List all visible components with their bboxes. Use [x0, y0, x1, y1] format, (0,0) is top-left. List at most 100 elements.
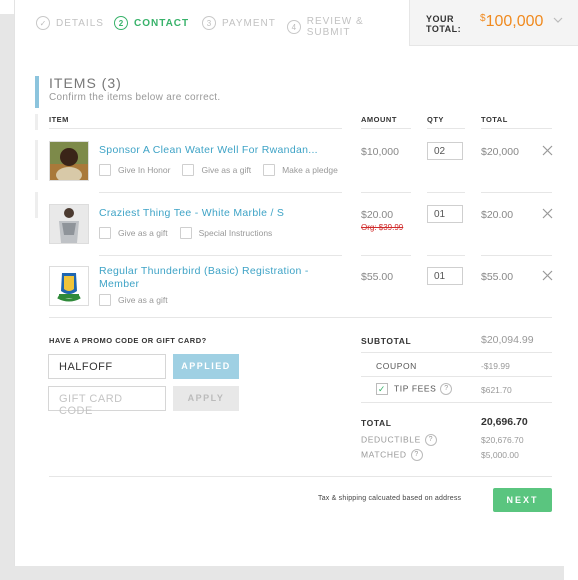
your-total-amount: $100,000	[480, 13, 544, 30]
divider	[481, 192, 552, 193]
remove-item-icon[interactable]	[542, 208, 553, 221]
chevron-down-icon	[553, 15, 563, 28]
give-as-gift-option[interactable]: Give as a gift	[182, 164, 251, 176]
item-options: Give In Honor Give as a gift Make a pled…	[99, 164, 350, 176]
divider	[361, 192, 411, 193]
tip-fees-checkbox[interactable]: ✓	[376, 383, 388, 395]
item-amount: $20.00	[361, 209, 394, 221]
help-icon[interactable]: ?	[424, 434, 437, 446]
coupon-label: COUPON	[376, 361, 417, 371]
checkbox[interactable]	[99, 227, 111, 239]
your-total-dropdown[interactable]: YOUR TOTAL: $100,000	[409, 0, 578, 46]
matched-row: MATCHED?	[361, 449, 423, 461]
divider	[361, 352, 552, 353]
help-icon[interactable]: ?	[440, 383, 453, 395]
col-total: TOTAL	[481, 115, 508, 124]
quantity-input[interactable]: 02	[427, 142, 463, 160]
item-options: Give as a gift Special Instructions	[99, 227, 284, 239]
gift-card-input[interactable]: GIFT CARD CODE	[48, 386, 166, 417]
divider	[481, 255, 552, 256]
step-label: PAYMENT	[222, 17, 276, 29]
step-review-submit[interactable]: 4 REVIEW & SUBMIT	[287, 16, 409, 38]
give-as-gift-option[interactable]: Give as a gift	[99, 227, 168, 239]
step-label: REVIEW & SUBMIT	[306, 16, 364, 38]
row-marker	[35, 192, 38, 218]
product-thumbnail[interactable]	[49, 204, 89, 244]
product-link[interactable]: Regular Thunderbird (Basic) Registration…	[99, 265, 309, 291]
checkbox[interactable]	[179, 227, 192, 239]
step-label: DETAILS	[56, 17, 104, 29]
item-amount: $10,000	[361, 146, 399, 158]
row-marker	[35, 114, 38, 130]
checkbox[interactable]	[263, 164, 276, 176]
promo-code-input[interactable]: HALFOFF	[48, 354, 166, 379]
quantity-input[interactable]: 01	[427, 267, 463, 285]
shipping-note: Tax & shipping calcuated based on addres…	[318, 495, 462, 502]
col-amount: AMOUNT	[361, 115, 397, 124]
divider	[49, 128, 342, 129]
special-instructions-option[interactable]: Special Instructions	[179, 227, 272, 239]
step-number: 4	[287, 20, 301, 34]
give-as-gift-option[interactable]: Give as a gift	[99, 294, 168, 306]
total-label: TOTAL	[361, 418, 392, 428]
total-value: 20,696.70	[481, 416, 528, 428]
check-icon: ✓	[36, 16, 50, 30]
coupon-value: -$19.99	[481, 361, 510, 371]
divider	[427, 255, 465, 256]
item-options: Give as a gift	[99, 294, 180, 306]
col-qty: QTY	[427, 115, 444, 124]
step-contact[interactable]: 2 CONTACT	[114, 16, 189, 30]
tip-fees-label: TIP FEES	[394, 383, 437, 394]
step-details[interactable]: ✓ DETAILS	[36, 16, 104, 30]
divider	[361, 402, 552, 403]
divider	[361, 255, 411, 256]
step-number: 2	[114, 16, 128, 30]
items-subtitle: Confirm the items below are correct.	[49, 92, 221, 103]
subtotal-value: $20,094.99	[481, 334, 534, 346]
item-amount: $55.00	[361, 271, 394, 283]
subtotal-label: SUBTOTAL	[361, 336, 412, 346]
deductible-value: $20,676.70	[481, 435, 524, 445]
product-thumbnail[interactable]	[49, 266, 89, 306]
tip-fees-value: $621.70	[481, 385, 512, 395]
promo-label: HAVE A PROMO CODE OR GIFT CARD?	[49, 336, 207, 345]
line-total: $20,000	[481, 146, 519, 158]
next-button[interactable]: NEXT	[493, 488, 552, 512]
divider	[427, 192, 465, 193]
remove-item-icon[interactable]	[542, 270, 553, 283]
divider	[481, 128, 552, 129]
items-title: ITEMS (3)	[49, 75, 122, 91]
product-thumbnail[interactable]	[49, 141, 89, 181]
step-label: CONTACT	[134, 17, 190, 29]
product-link[interactable]: Sponsor A Clean Water Well For Rwandan..…	[99, 144, 318, 157]
checkbox[interactable]	[182, 164, 195, 176]
step-number: 3	[202, 16, 216, 30]
divider	[361, 376, 552, 377]
divider	[49, 317, 552, 318]
divider	[49, 476, 552, 477]
checkout-steps: ✓ DETAILS 2 CONTACT 3 PAYMENT 4 REVIEW &…	[15, 0, 409, 46]
tip-fees-row: ✓ TIP FEES?	[376, 383, 453, 395]
remove-item-icon[interactable]	[542, 145, 553, 158]
deductible-row: DEDUCTIBLE?	[361, 434, 437, 446]
original-price: Org: $39.99	[361, 223, 404, 232]
help-icon[interactable]: ?	[410, 449, 423, 461]
applied-button[interactable]: APPLIED	[173, 354, 239, 379]
your-total-label: YOUR TOTAL:	[426, 14, 462, 34]
section-accent-bar	[35, 76, 39, 108]
give-in-honor-option[interactable]: Give In Honor	[99, 164, 170, 176]
row-marker	[35, 140, 38, 180]
checkout-panel: ✓ DETAILS 2 CONTACT 3 PAYMENT 4 REVIEW &…	[14, 0, 578, 566]
make-pledge-option[interactable]: Make a pledge	[263, 164, 338, 176]
matched-value: $5,000.00	[481, 450, 519, 460]
divider	[99, 255, 342, 256]
divider	[361, 128, 411, 129]
apply-button[interactable]: APPLY	[173, 386, 239, 411]
col-item: ITEM	[49, 115, 69, 124]
checkbox[interactable]	[99, 294, 111, 306]
checkbox[interactable]	[99, 164, 111, 176]
step-payment[interactable]: 3 PAYMENT	[202, 16, 276, 30]
quantity-input[interactable]: 01	[427, 205, 463, 223]
line-total: $20.00	[481, 209, 514, 221]
product-link[interactable]: Craziest Thing Tee - White Marble / S	[99, 207, 284, 220]
